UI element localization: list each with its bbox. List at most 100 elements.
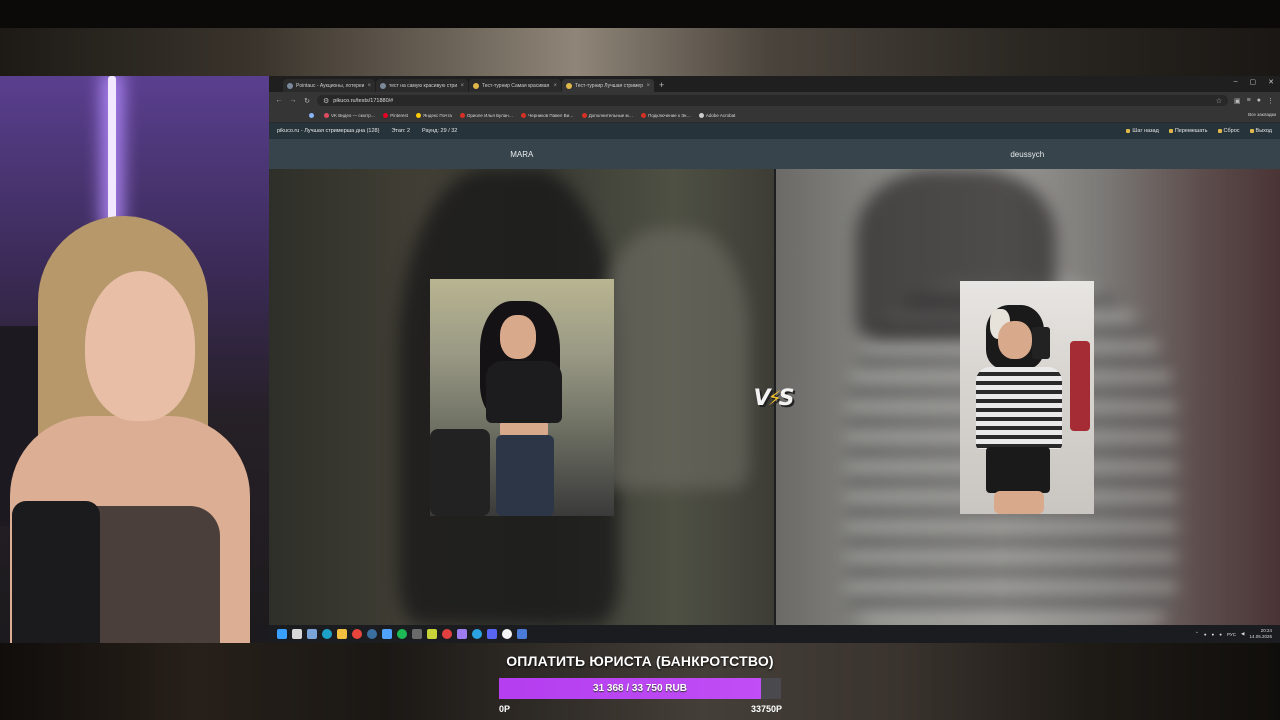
bookmark-favicon-icon (698, 113, 704, 118)
app-icon[interactable] (382, 629, 392, 639)
donation-max-label: 33750P (750, 704, 782, 714)
page-title: pikuco.ru - Лучшая стримерша дна (128) (277, 128, 380, 134)
volume-icon[interactable]: ◀ (1241, 631, 1244, 637)
bookmark-favicon-icon (383, 113, 389, 118)
tab-title: тест на самую красивую стри… (389, 82, 458, 89)
browser-tab-active[interactable]: Тест-турнир Лучшая стример… × (562, 79, 654, 92)
new-tab-icon[interactable]: + (659, 79, 664, 92)
tray-app-icon[interactable]: ● (1204, 632, 1207, 637)
edge-icon[interactable] (322, 629, 332, 639)
tournament-header: pikuco.ru - Лучшая стримерша дна (128) Э… (269, 123, 1280, 139)
step-back-button[interactable]: Шаг назад (1126, 128, 1159, 134)
discord-icon[interactable] (487, 629, 497, 639)
tab-title: Тест-турнир Лучшая стример… (575, 82, 644, 89)
photo-chair (430, 429, 490, 516)
bookmark-label: Дополнительные м… (588, 113, 634, 118)
all-bookmarks-folder[interactable]: Все закладки (1248, 112, 1276, 117)
clock[interactable]: 20:24 14.05.2026 (1249, 628, 1272, 640)
tab-close-icon[interactable]: × (553, 83, 557, 89)
bookmark-item[interactable]: Черников Павел Ви… (521, 113, 574, 118)
forward-icon[interactable]: → (289, 97, 297, 104)
right-contestant-name: deussych (1010, 149, 1045, 159)
app-icon[interactable] (442, 629, 452, 639)
round-label: Раунд: 29 / 32 (422, 128, 458, 134)
start-icon[interactable] (277, 629, 287, 639)
tray-app-icon[interactable]: ● (1219, 632, 1222, 637)
profile-avatar-icon[interactable]: ● (1257, 97, 1261, 104)
photo-legs (994, 491, 1044, 514)
tab-favicon-icon (380, 82, 386, 89)
yandex-icon[interactable] (502, 629, 512, 639)
browser-window: Pointauc - Аукционы, лотереи × тест на с… (269, 76, 1280, 643)
widgets-icon[interactable] (307, 629, 317, 639)
explorer-icon[interactable] (337, 629, 347, 639)
exit-button[interactable]: Выход (1249, 128, 1272, 134)
bookmark-item[interactable]: Pinterest (383, 113, 408, 118)
bookmark-label: Яндекс Почта (422, 113, 452, 118)
reload-icon[interactable]: ↻ (303, 97, 311, 105)
system-tray: ⌃ ● ● ● РУС ◀ 20:24 14.05.2026 (1195, 628, 1280, 640)
left-contestant-name: MARA (510, 149, 534, 159)
url-input[interactable]: ⚙ pikuco.ru/tests/171880/# ☆ (317, 95, 1229, 106)
minimize-icon[interactable]: – (1234, 78, 1238, 86)
bookmark-item[interactable]: Ориоле Илья Булан… (459, 113, 514, 118)
app-icon[interactable] (457, 629, 467, 639)
tab-close-icon[interactable]: × (646, 83, 650, 89)
bookmark-item[interactable]: Adobe Acrobat (698, 113, 736, 118)
bookmark-label: Adobe Acrobat (705, 113, 736, 118)
clock-date: 14.05.2026 (1249, 634, 1272, 639)
bookmark-item[interactable]: Подключение к Эк… (641, 113, 691, 118)
exit-icon (1249, 129, 1254, 133)
maximize-icon[interactable]: ▢ (1250, 78, 1257, 86)
donation-goal-title: ОПЛАТИТЬ ЮРИСТА (БАНКРОТСТВО) (506, 653, 774, 669)
donation-min-label: 0P (499, 704, 511, 714)
contestant-names: MARA deussych (269, 139, 1280, 169)
reset-button[interactable]: Сброс (1217, 128, 1240, 134)
taskview-icon[interactable] (292, 629, 302, 639)
bookmark-item[interactable]: Дополнительные м… (581, 113, 634, 118)
bookmark-star-icon[interactable]: ☆ (1216, 97, 1222, 105)
window-controls: – ▢ ✕ (1234, 78, 1274, 86)
spotify-icon[interactable] (397, 629, 407, 639)
browser-tab[interactable]: Тест-турнир Самая красивая… × (469, 79, 561, 92)
left-contestant-photo[interactable] (430, 279, 614, 516)
webcam-feed (0, 76, 269, 643)
language-indicator[interactable]: РУС (1227, 632, 1236, 637)
tab-close-icon[interactable]: × (460, 83, 464, 89)
shuffle-button[interactable]: Перемешать (1168, 128, 1208, 134)
bookmark-label: Pinterest (390, 113, 408, 118)
right-contestant-photo[interactable] (960, 281, 1094, 514)
bookmarks-bar: VK Видео — смотр… Pinterest Яндекс Почта… (269, 109, 1280, 123)
bookmark-item[interactable]: Яндекс Почта (415, 113, 452, 118)
tray-expand-icon[interactable]: ⌃ (1195, 631, 1199, 637)
bookmark-label: Черников Павел Ви… (528, 113, 574, 118)
donation-progress-bar: 31 368 / 33 750 RUB (499, 678, 781, 699)
shuffle-label: Перемешать (1174, 128, 1208, 134)
close-window-icon[interactable]: ✕ (1268, 78, 1274, 86)
tab-title: Pointauc - Аукционы, лотереи (296, 82, 365, 89)
tab-close-icon[interactable]: × (367, 83, 371, 89)
chrome-icon[interactable] (352, 629, 362, 639)
bookmark-favicon-icon (459, 113, 465, 118)
tray-app-icon[interactable]: ● (1212, 632, 1215, 637)
app-icon[interactable] (517, 629, 527, 639)
telegram-icon[interactable] (472, 629, 482, 639)
app-icon[interactable] (427, 629, 437, 639)
menu-icon[interactable]: ⋮ (1267, 97, 1274, 105)
undo-icon (1126, 129, 1131, 133)
stream-stage: Pointauc - Аукционы, лотереи × тест на с… (0, 0, 1280, 720)
step-back-label: Шаг назад (1132, 128, 1159, 134)
tab-favicon-icon (287, 82, 293, 89)
bookmark-item[interactable]: VK Видео — смотр… (324, 113, 375, 118)
reset-label: Сброс (1223, 128, 1240, 134)
browser-tab[interactable]: тест на самую красивую стри… × (376, 79, 468, 92)
site-info-icon[interactable]: ⚙ (323, 97, 329, 105)
bookmark-label: Ориоле Илья Булан… (466, 113, 514, 118)
app-icon[interactable] (412, 629, 422, 639)
extensions-icon[interactable]: ▣ (1234, 97, 1241, 105)
steam-icon[interactable] (367, 629, 377, 639)
bookmark-item[interactable] (309, 113, 316, 118)
back-icon[interactable]: ← (275, 97, 283, 104)
browser-tab[interactable]: Pointauc - Аукционы, лотереи × (283, 79, 375, 92)
sidebar-icon[interactable]: ≡ (1247, 97, 1251, 104)
